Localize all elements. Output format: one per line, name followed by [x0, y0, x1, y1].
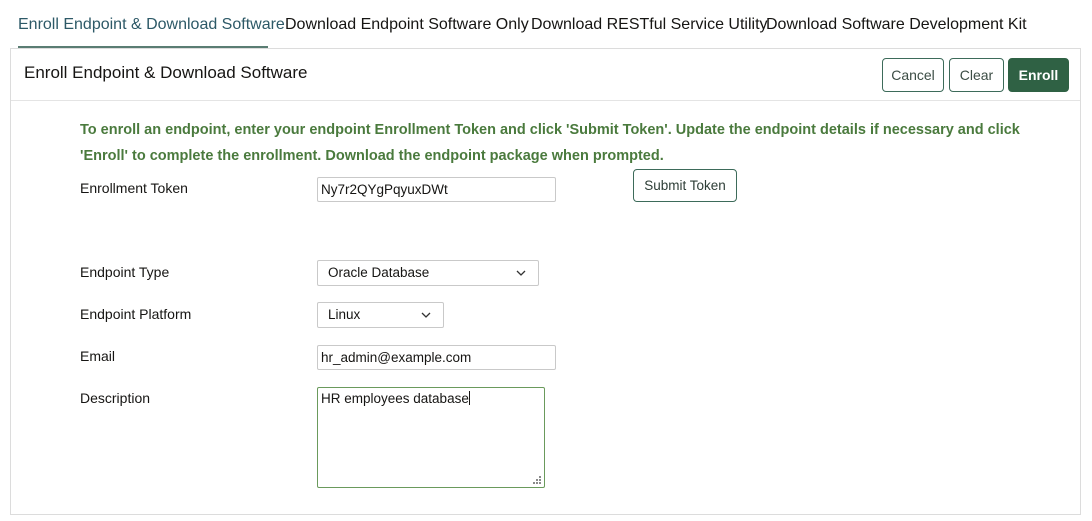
clear-button[interactable]: Clear	[949, 58, 1004, 92]
resize-grip-icon[interactable]	[532, 475, 542, 485]
tab-bar: Enroll Endpoint & Download Software Down…	[0, 0, 1092, 48]
enroll-button[interactable]: Enroll	[1008, 58, 1069, 92]
enrollment-token-input[interactable]: Ny7r2QYgPqyuxDWt	[317, 177, 556, 202]
submit-token-button[interactable]: Submit Token	[633, 169, 737, 202]
enroll-panel: Enroll Endpoint & Download Software Canc…	[10, 48, 1081, 515]
description-textarea[interactable]: HR employees database	[317, 387, 545, 488]
cancel-button[interactable]: Cancel	[882, 58, 944, 92]
endpoint-platform-label: Endpoint Platform	[80, 306, 192, 322]
endpoint-platform-select[interactable]: Linux	[317, 302, 444, 328]
chevron-down-icon	[421, 312, 431, 318]
panel-header: Enroll Endpoint & Download Software Canc…	[11, 49, 1080, 101]
text-caret	[468, 391, 470, 405]
endpoint-platform-value: Linux	[328, 307, 361, 322]
tab-download-software-development-kit[interactable]: Download Software Development Kit	[766, 0, 1027, 48]
tab-download-restful-service-utility[interactable]: Download RESTful Service Utility	[531, 0, 768, 48]
email-field[interactable]: hr_admin@example.com	[317, 345, 556, 370]
description-label: Description	[80, 390, 151, 406]
endpoint-type-label: Endpoint Type	[80, 264, 170, 280]
endpoint-type-select[interactable]: Oracle Database	[317, 260, 539, 286]
email-label: Email	[80, 348, 116, 364]
endpoint-type-value: Oracle Database	[328, 265, 430, 280]
tab-download-endpoint-software-only[interactable]: Download Endpoint Software Only	[285, 0, 529, 48]
enrollment-token-label: Enrollment Token	[80, 180, 188, 196]
tab-enroll-endpoint-download-software[interactable]: Enroll Endpoint & Download Software	[18, 0, 285, 48]
panel-title: Enroll Endpoint & Download Software	[24, 63, 308, 82]
instructions-text: To enroll an endpoint, enter your endpoi…	[80, 122, 1020, 164]
chevron-down-icon	[516, 270, 526, 276]
description-value: HR employees database	[321, 391, 469, 406]
